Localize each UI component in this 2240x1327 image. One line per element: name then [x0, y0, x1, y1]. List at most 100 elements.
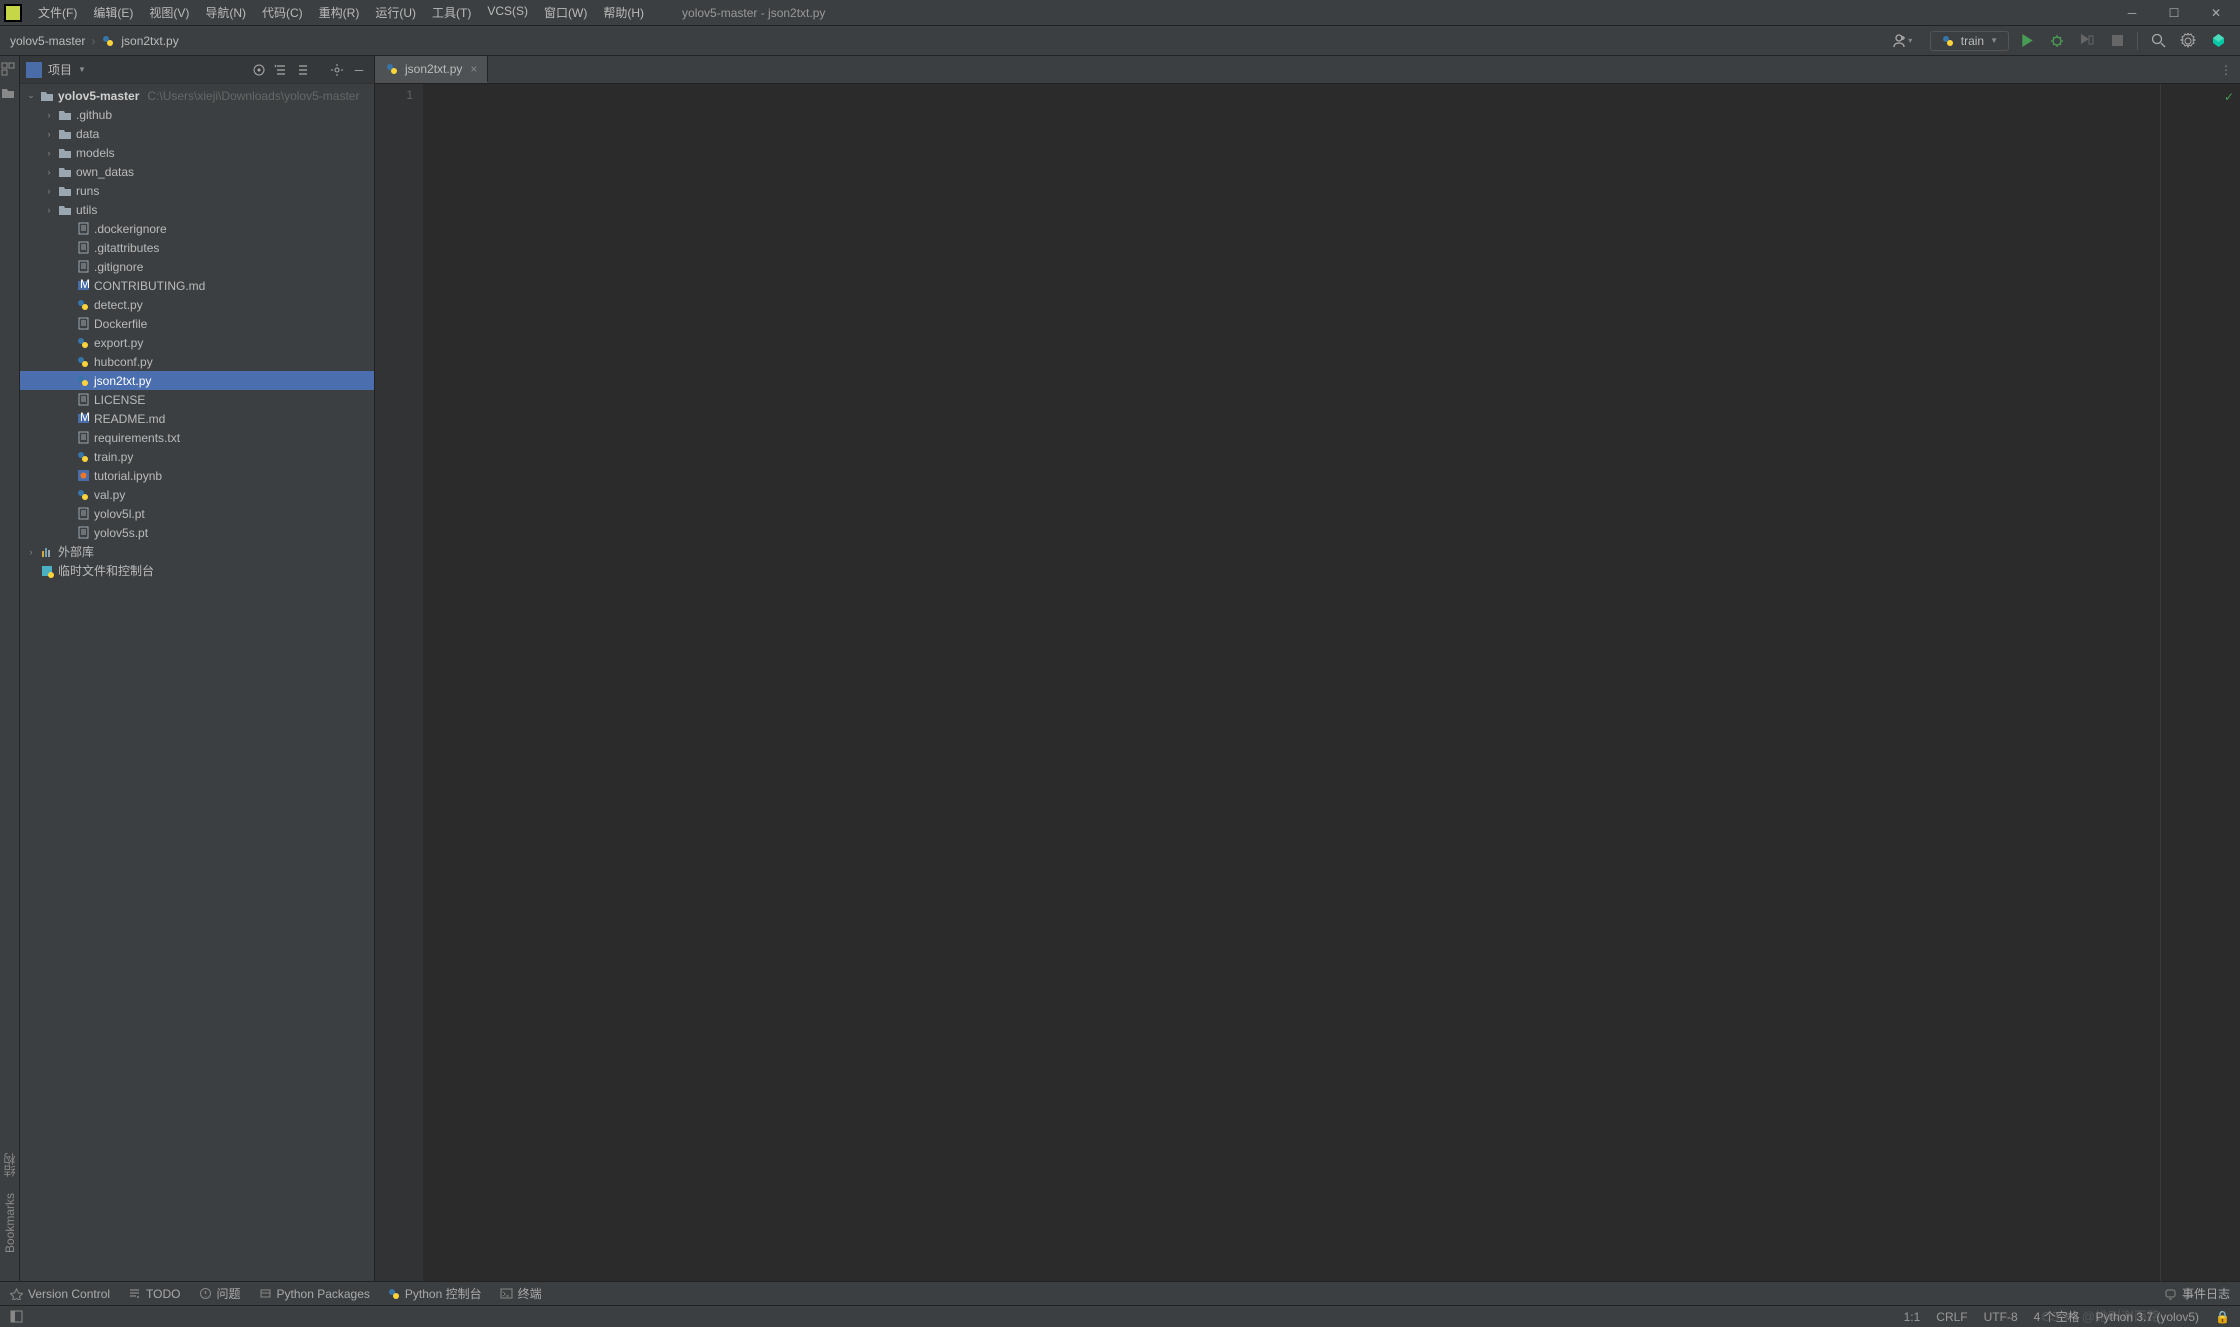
line-numbers: 1 — [375, 84, 423, 1281]
menu-item[interactable]: 运行(U) — [367, 0, 424, 25]
tree-file[interactable]: detect.py — [20, 295, 374, 314]
project-icon[interactable] — [1, 86, 19, 104]
tree-root[interactable]: ⌄yolov5-masterC:\Users\xieji\Downloads\y… — [20, 86, 374, 105]
python-file-icon — [101, 34, 115, 48]
bottom-tool-终端[interactable]: 终端 — [500, 1285, 542, 1302]
coverage-button[interactable] — [2075, 29, 2099, 53]
close-button[interactable]: ✕ — [2202, 3, 2230, 23]
tree-folder[interactable]: ›.github — [20, 105, 374, 124]
bottom-tool-python-packages[interactable]: Python Packages — [259, 1287, 370, 1301]
menu-item[interactable]: 重构(R) — [311, 0, 368, 25]
debug-button[interactable] — [2045, 29, 2069, 53]
dropdown-icon[interactable]: ▼ — [78, 65, 86, 74]
tree-file[interactable]: train.py — [20, 447, 374, 466]
tab-options-icon[interactable]: ⋮ — [2212, 56, 2240, 83]
tree-file[interactable]: yolov5s.pt — [20, 523, 374, 542]
cursor-position[interactable]: 1:1 — [1904, 1310, 1921, 1324]
stop-button — [2105, 29, 2129, 53]
settings-button[interactable] — [2176, 29, 2200, 53]
file-encoding[interactable]: UTF-8 — [1984, 1310, 2018, 1324]
tree-label: utils — [76, 203, 97, 217]
tree-external-libs[interactable]: ›外部库 — [20, 542, 374, 561]
tree-arrow-icon[interactable]: › — [44, 129, 54, 139]
menu-item[interactable]: 文件(F) — [30, 0, 85, 25]
bottom-tool-问题[interactable]: 问题 — [199, 1285, 241, 1302]
tree-folder[interactable]: ›runs — [20, 181, 374, 200]
hide-icon[interactable]: ─ — [350, 61, 368, 79]
tree-file[interactable]: MREADME.md — [20, 409, 374, 428]
tree-file[interactable]: val.py — [20, 485, 374, 504]
tree-label: CONTRIBUTING.md — [94, 279, 205, 293]
maximize-button[interactable]: ☐ — [2160, 3, 2188, 23]
tree-folder[interactable]: › models — [20, 143, 374, 162]
run-button[interactable] — [2015, 29, 2039, 53]
expand-all-icon[interactable] — [272, 61, 290, 79]
menu-item[interactable]: 代码(C) — [254, 0, 311, 25]
select-opened-file-icon[interactable] — [250, 61, 268, 79]
tree-file[interactable]: yolov5l.pt — [20, 504, 374, 523]
code-input[interactable] — [423, 84, 2160, 1281]
menu-item[interactable]: VCS(S) — [479, 0, 536, 25]
menu-item[interactable]: 导航(N) — [197, 0, 254, 25]
tree-label: models — [76, 146, 115, 160]
tree-file[interactable]: .dockerignore — [20, 219, 374, 238]
tree-file[interactable]: tutorial.ipynb — [20, 466, 374, 485]
editor-tab[interactable]: json2txt.py × — [375, 56, 488, 83]
file-type-icon — [76, 355, 90, 369]
tree-file[interactable]: json2txt.py — [20, 371, 374, 390]
bottom-tool-todo[interactable]: TODO — [128, 1287, 180, 1301]
tree-folder[interactable]: ›data — [20, 124, 374, 143]
tree-scratches[interactable]: 临时文件和控制台 — [20, 561, 374, 580]
event-log-button[interactable]: 事件日志 — [2164, 1285, 2230, 1302]
tree-file[interactable]: Dockerfile — [20, 314, 374, 333]
tree-file[interactable]: export.py — [20, 333, 374, 352]
run-configuration-selector[interactable]: train ▼ — [1930, 31, 2009, 51]
title-bar: 文件(F)编辑(E)视图(V)导航(N)代码(C)重构(R)运行(U)工具(T)… — [0, 0, 2240, 26]
menu-item[interactable]: 视图(V) — [141, 0, 197, 25]
file-type-icon — [76, 526, 90, 540]
tree-arrow-icon[interactable]: › — [44, 205, 54, 215]
structure-icon[interactable] — [1, 62, 19, 80]
code-editor[interactable]: 1 ✓ — [375, 84, 2240, 1281]
bottom-tool-python-控制台[interactable]: Python 控制台 — [388, 1285, 482, 1302]
tree-file[interactable]: .gitattributes — [20, 238, 374, 257]
tool-window-quick-access-icon[interactable] — [10, 1310, 23, 1323]
tree-arrow-icon[interactable]: › — [44, 110, 54, 120]
menu-item[interactable]: 工具(T) — [424, 0, 479, 25]
tool-icon — [259, 1287, 272, 1300]
close-tab-icon[interactable]: × — [470, 62, 477, 76]
tree-folder[interactable]: › utils — [20, 200, 374, 219]
breadcrumb-root[interactable]: yolov5-master — [10, 34, 85, 48]
tree-arrow-icon[interactable]: › — [44, 167, 54, 177]
file-type-icon — [58, 146, 72, 160]
add-config-button[interactable]: ▾ — [1890, 29, 1914, 53]
file-type-icon — [76, 374, 90, 388]
analysis-ok-icon[interactable]: ✓ — [2224, 90, 2234, 104]
tree-arrow-icon[interactable]: ⌄ — [26, 90, 36, 101]
menu-item[interactable]: 帮助(H) — [595, 0, 652, 25]
bottom-tool-version-control[interactable]: Version Control — [10, 1287, 110, 1301]
breadcrumb-file[interactable]: json2txt.py — [121, 34, 178, 48]
settings-icon[interactable] — [328, 61, 346, 79]
tree-arrow-icon[interactable]: › — [44, 186, 54, 196]
lock-icon[interactable]: 🔒 — [2215, 1310, 2230, 1324]
menu-item[interactable]: 窗口(W) — [536, 0, 595, 25]
search-button[interactable] — [2146, 29, 2170, 53]
tree-arrow-icon[interactable]: › — [44, 148, 54, 158]
code-with-me-button[interactable] — [2206, 29, 2230, 53]
menu-item[interactable]: 编辑(E) — [85, 0, 141, 25]
bookmarks-tab[interactable]: Bookmarks — [3, 1185, 17, 1261]
collapse-all-icon[interactable] — [294, 61, 312, 79]
minimize-button[interactable]: ─ — [2118, 3, 2146, 23]
tree-file[interactable]: MCONTRIBUTING.md — [20, 276, 374, 295]
tree-file[interactable]: .gitignore — [20, 257, 374, 276]
tree-file[interactable]: LICENSE — [20, 390, 374, 409]
structure-tab[interactable]: 结构 — [1, 1145, 18, 1185]
python-file-icon — [385, 62, 399, 76]
tree-folder[interactable]: ›own_datas — [20, 162, 374, 181]
app-icon — [4, 4, 22, 22]
tree-arrow-icon[interactable]: › — [26, 547, 36, 557]
tree-file[interactable]: hubconf.py — [20, 352, 374, 371]
line-separator[interactable]: CRLF — [1936, 1310, 1967, 1324]
tree-file[interactable]: requirements.txt — [20, 428, 374, 447]
